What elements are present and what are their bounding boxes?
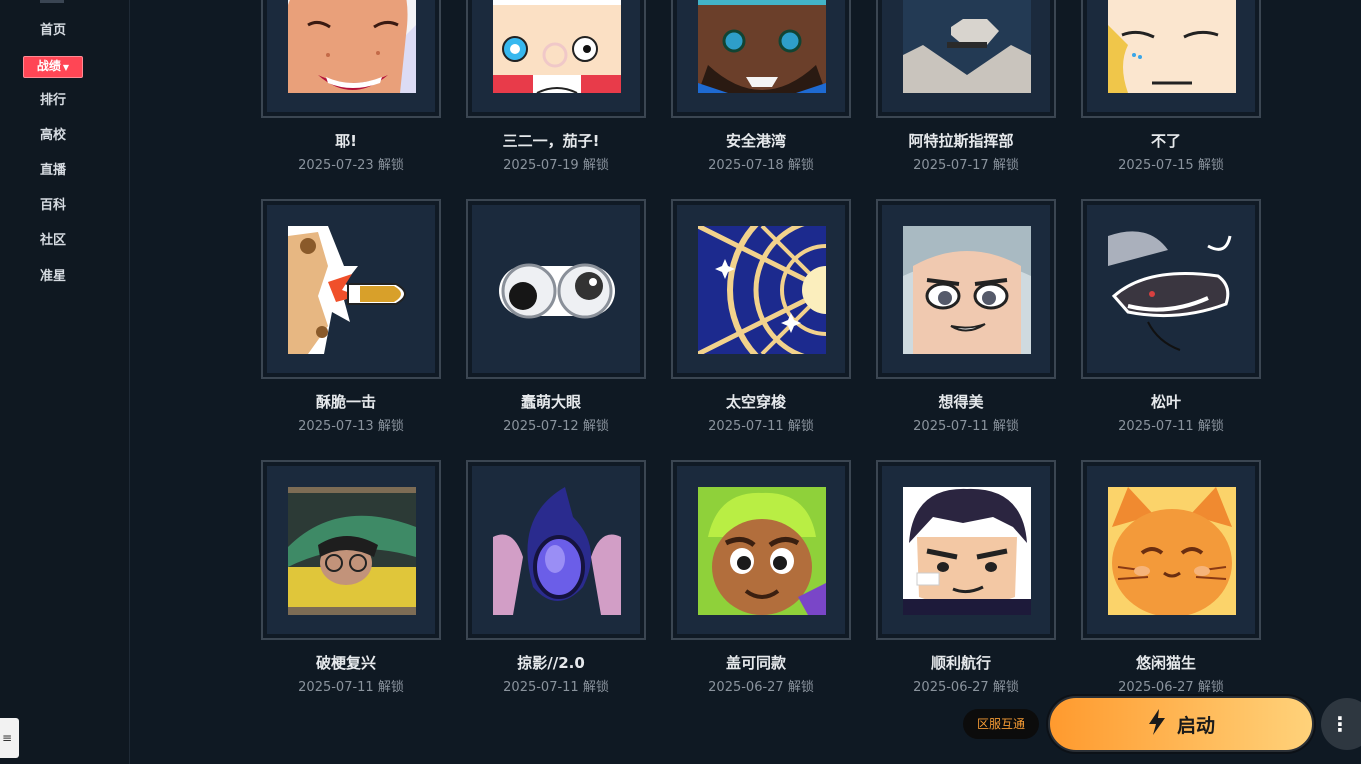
card-title: 太空穿梭 [725, 393, 786, 411]
spray-art-smile-face [288, 0, 416, 93]
card-frame [261, 460, 441, 640]
card-title: 三二一，茄子! [502, 132, 600, 150]
card-unlock-date: 2025-07-17 解锁 [913, 158, 1019, 173]
card-unlock-date: 2025-07-11 解锁 [913, 419, 1019, 434]
sidebar-item-label: 战绩 [36, 59, 61, 73]
spray-art-bullet [288, 226, 416, 354]
sidebar-item-label: 直播 [39, 163, 66, 178]
spray-art-no-face [1108, 0, 1236, 93]
card-frame [876, 0, 1056, 118]
card-title: 破梗复兴 [315, 654, 376, 672]
side-drawer-tab[interactable]: ≡ [0, 718, 19, 758]
card-frame [466, 0, 646, 118]
card-unlock-date: 2025-07-11 解锁 [298, 680, 404, 695]
spray-art-glimpse [493, 487, 621, 615]
card-title: 安全港湾 [725, 132, 786, 150]
menu-icon: ≡ [2, 731, 13, 745]
sidebar-item-record[interactable]: 战绩 ▼ [0, 56, 106, 78]
sidebar-item-label: 排行 [39, 93, 66, 108]
card-frame [1081, 199, 1261, 379]
sidebar-item-community[interactable]: 社区 [0, 232, 106, 250]
sidebar-item-label: 百科 [39, 198, 66, 213]
card-unlock-date: 2025-07-12 解锁 [503, 419, 609, 434]
sidebar-item-crosshair[interactable]: 准星 [0, 268, 106, 286]
card-unlock-date: 2025-06-27 解锁 [708, 680, 814, 695]
card-unlock-date: 2025-07-11 解锁 [708, 419, 814, 434]
spray-art-gekko-style [698, 487, 826, 615]
sidebar: 首页 战绩 ▼ 排行 高校 直播 百科 社区 准星 [0, 0, 130, 764]
spray-art-smooth-sailing [903, 487, 1031, 615]
lightning-icon [1147, 708, 1167, 740]
region-crossplay-badge[interactable]: 区服互通 [963, 709, 1039, 739]
card-title: 悠闲猫生 [1135, 654, 1196, 672]
sidebar-item-label: 准星 [39, 269, 66, 284]
card-unlock-date: 2025-06-27 解锁 [1118, 680, 1224, 695]
card-frame [261, 199, 441, 379]
card-unlock-date: 2025-07-15 解锁 [1118, 158, 1224, 173]
sidebar-top-divider [40, 0, 64, 3]
card-unlock-date: 2025-07-19 解锁 [503, 158, 609, 173]
card-title: 蠢萌大眼 [520, 393, 581, 411]
sidebar-item-label: 社区 [39, 233, 66, 248]
spray-art-cozy-cat [1108, 487, 1236, 615]
spray-art-pine-catfish [1108, 226, 1236, 354]
caret-down-icon: ▼ [62, 63, 70, 72]
card-title: 耶! [335, 132, 357, 150]
card-unlock-date: 2025-07-23 解锁 [298, 158, 404, 173]
card-title: 酥脆一击 [315, 393, 376, 411]
spray-art-space-shuttle [698, 226, 826, 354]
launch-button[interactable]: 启动 [1048, 696, 1314, 752]
card-unlock-date: 2025-07-11 解锁 [1118, 419, 1224, 434]
card-frame [671, 460, 851, 640]
card-title: 不了 [1150, 132, 1181, 150]
sidebar-item-live[interactable]: 直播 [0, 162, 106, 180]
spray-art-googly-eyes [493, 226, 621, 354]
spray-art-revival [288, 487, 416, 615]
launch-label: 启动 [1176, 714, 1215, 737]
sidebar-item-wiki[interactable]: 百科 [0, 197, 106, 215]
spray-art-bearded-face [698, 0, 826, 93]
spray-art-atlas-hq [903, 0, 1031, 93]
card-title: 顺利航行 [930, 654, 991, 672]
card-title: 阿特拉斯指挥部 [908, 132, 1014, 150]
sidebar-item-ranking[interactable]: 排行 [0, 92, 106, 110]
more-vertical-icon: ⋮ [1330, 712, 1350, 736]
sidebar-item-label: 首页 [39, 23, 66, 38]
card-unlock-date: 2025-07-13 解锁 [298, 419, 404, 434]
card-unlock-date: 2025-07-18 解锁 [708, 158, 814, 173]
card-frame [261, 0, 441, 118]
spray-art-smug-face [903, 226, 1031, 354]
card-title: 盖可同款 [725, 654, 786, 672]
card-frame [466, 199, 646, 379]
card-frame [466, 460, 646, 640]
card-frame [876, 199, 1056, 379]
spray-art-cheese-face [493, 0, 621, 93]
sidebar-item-college[interactable]: 高校 [0, 127, 106, 145]
sidebar-item-label: 高校 [39, 128, 66, 143]
card-title: 松叶 [1150, 393, 1181, 411]
card-title: 掠影//2.0 [517, 654, 585, 672]
card-unlock-date: 2025-06-27 解锁 [913, 680, 1019, 695]
more-options-button[interactable]: ⋮ [1321, 698, 1361, 750]
card-title: 想得美 [938, 393, 984, 411]
card-frame [671, 199, 851, 379]
card-frame [671, 0, 851, 118]
card-unlock-date: 2025-07-11 解锁 [503, 680, 609, 695]
card-frame [1081, 460, 1261, 640]
card-frame [876, 460, 1056, 640]
sidebar-item-home[interactable]: 首页 [0, 22, 106, 40]
card-frame [1081, 0, 1261, 118]
